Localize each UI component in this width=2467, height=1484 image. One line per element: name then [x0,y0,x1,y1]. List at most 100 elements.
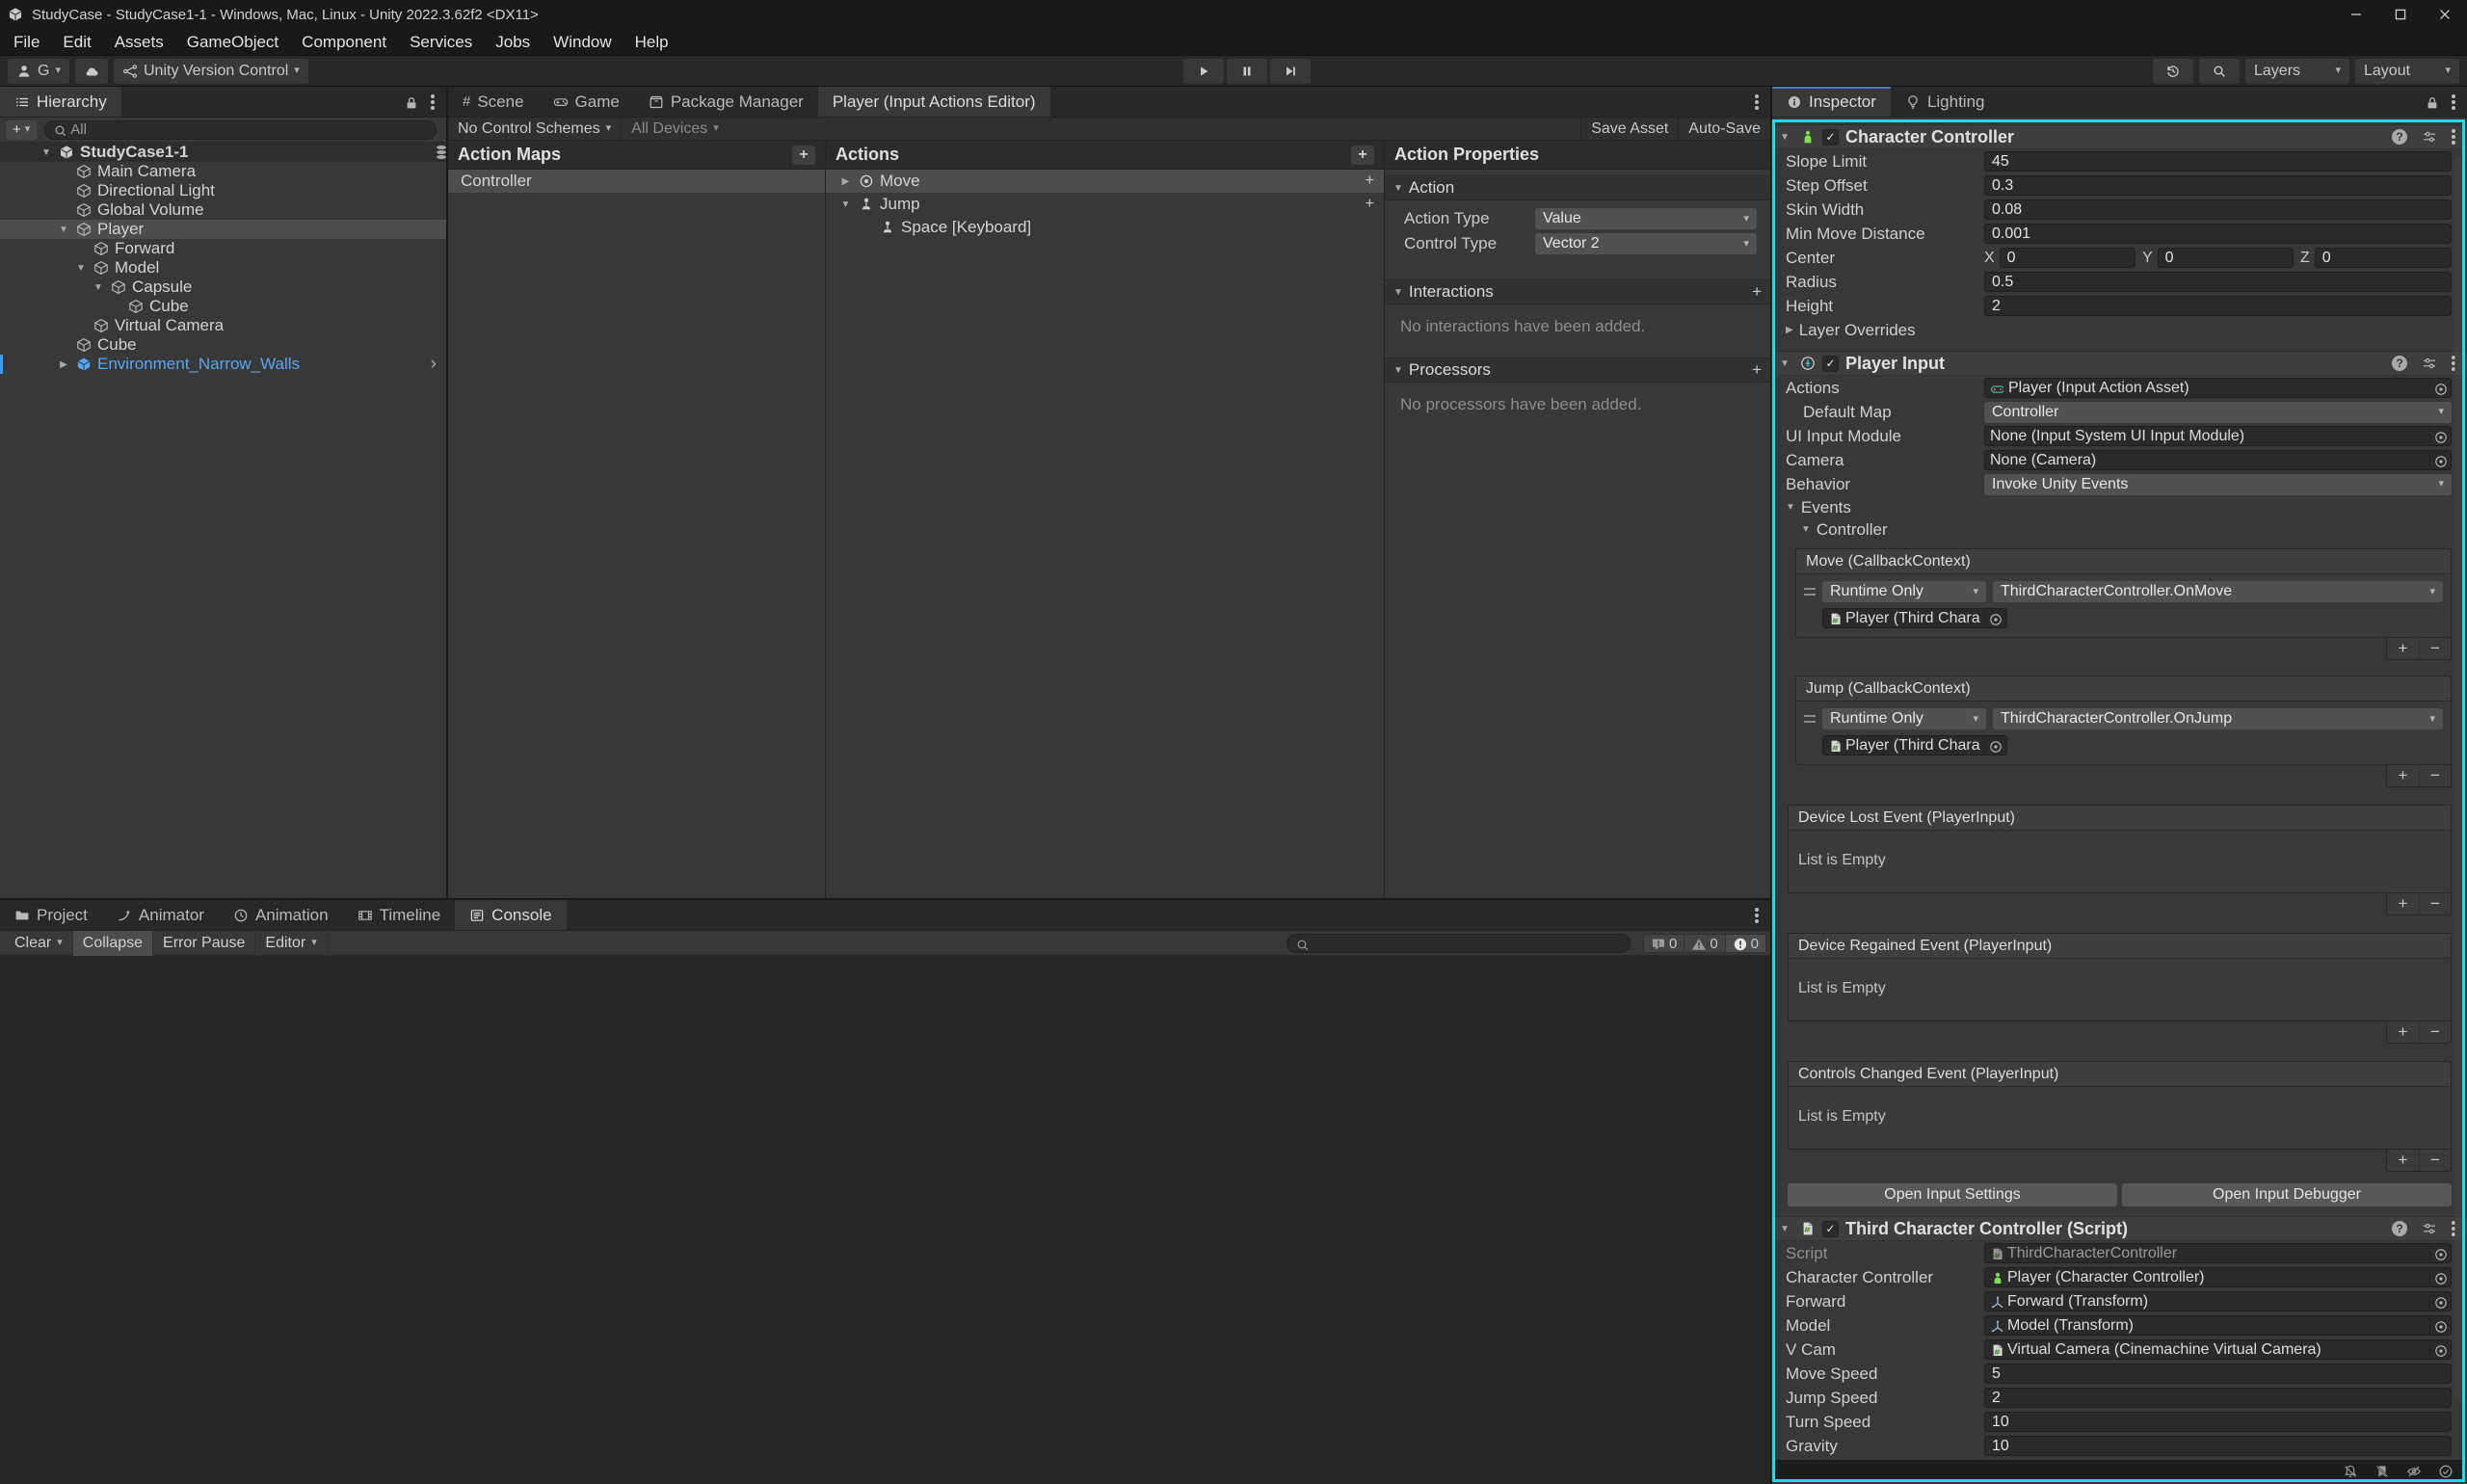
tree-item-virtual-camera[interactable]: Virtual Camera [0,316,446,335]
layer-overrides-row[interactable]: ▶Layer Overrides [1772,318,2467,342]
object-picker-icon[interactable] [2429,1316,2449,1335]
foldout-closed-icon[interactable]: ▶ [56,359,71,370]
radius-field[interactable]: 0.5 [1984,272,2452,292]
component-enabled-checkbox[interactable]: ✓ [1822,1221,1839,1237]
inspector-scrollbar[interactable] [2454,156,2461,1399]
event-target-field[interactable]: Player (Third Chara [1822,735,2007,755]
menu-file[interactable]: File [2,29,51,55]
foldout-open-icon[interactable]: ▼ [39,147,54,158]
third-character-controller-header[interactable]: ▼ ✓ Third Character Controller (Script) … [1772,1216,2467,1241]
turn-speed-field[interactable]: 10 [1984,1412,2452,1432]
controller-events-foldout[interactable]: ▼Controller [1772,518,2467,541]
object-picker-icon[interactable] [1985,609,2004,627]
action-section-bar[interactable]: ▼ Action [1385,175,1770,200]
kebab-menu-icon[interactable] [1755,100,1759,104]
component-enabled-checkbox[interactable]: ✓ [1822,129,1839,146]
tree-item-global-volume[interactable]: Global Volume [0,200,446,220]
height-field[interactable]: 2 [1984,296,2452,316]
control-type-dropdown[interactable]: Vector 2 ▾ [1535,233,1757,254]
search-button[interactable] [2199,59,2240,84]
forward-field[interactable]: Forward (Transform) [1984,1291,2452,1312]
event-mode-dropdown[interactable]: Runtime Only ▾ [1822,708,1986,729]
prefab-open-chevron-icon[interactable]: › [431,354,446,375]
help-icon[interactable]: ? [2392,1221,2407,1236]
kebab-menu-icon[interactable] [431,100,435,104]
kebab-menu-icon[interactable] [1755,914,1759,917]
add-event-button[interactable]: + [2387,1150,2419,1171]
editor-dropdown[interactable]: Editor ▾ [255,931,327,956]
foldout-closed-icon[interactable]: ▶ [1786,325,1793,335]
step-offset-field[interactable]: 0.3 [1984,175,2452,196]
menu-services[interactable]: Services [398,29,484,55]
maximize-button[interactable] [2378,0,2423,29]
version-control-dropdown[interactable]: Unity Version Control ▾ [114,59,308,84]
undo-history-button[interactable] [2153,59,2193,84]
layout-dropdown[interactable]: Layout ▾ [2355,59,2459,84]
foldout-open-icon[interactable]: ▼ [838,199,853,210]
open-input-settings-button[interactable]: Open Input Settings [1788,1183,2117,1206]
event-target-field[interactable]: Player (Third Chara [1822,608,2007,628]
lock-icon[interactable] [404,95,417,109]
camera-field[interactable]: None (Camera) [1984,450,2452,470]
tree-item-player[interactable]: ▼ Player [0,220,446,239]
foldout-open-icon[interactable]: ▼ [56,225,71,235]
events-foldout[interactable]: ▼Events [1772,496,2467,518]
center-y-field[interactable]: 0 [2158,248,2294,268]
skin-width-field[interactable]: 0.08 [1984,199,2452,220]
object-picker-icon[interactable] [2429,427,2449,445]
minimize-button[interactable] [2334,0,2378,29]
presets-icon[interactable] [2422,1221,2437,1236]
foldout-open-icon[interactable]: ▼ [91,282,106,293]
tab-inspector[interactable]: Inspector [1772,87,1891,117]
foldout-open-icon[interactable]: ▼ [1780,132,1793,143]
actions-object-field[interactable]: Player (Input Action Asset) [1984,378,2452,398]
tree-item-cube[interactable]: Cube [0,335,446,355]
foldout-open-icon[interactable]: ▼ [1786,502,1795,513]
add-event-button[interactable]: + [2387,893,2419,914]
auto-save-toggle[interactable]: Auto-Save [1679,118,1770,140]
console-search-input[interactable] [1287,934,1631,953]
presets-icon[interactable] [2422,129,2437,145]
flags-muted-icon[interactable] [2374,1464,2390,1479]
event-mode-dropdown[interactable]: Runtime Only ▾ [1822,581,1986,602]
event-handler-dropdown[interactable]: ThirdCharacterController.OnMove ▾ [1993,581,2443,602]
min-move-distance-field[interactable]: 0.001 [1984,224,2452,244]
tab-hierarchy[interactable]: Hierarchy [0,87,121,117]
player-input-header[interactable]: ▼ ✓ Player Input ? [1772,351,2467,376]
help-icon[interactable]: ? [2392,356,2407,371]
add-event-button[interactable]: + [2387,1021,2419,1043]
clear-button[interactable]: Clear ▾ [5,931,73,956]
tree-item-main-camera[interactable]: Main Camera [0,162,446,181]
menu-assets[interactable]: Assets [103,29,175,55]
save-asset-button[interactable]: Save Asset [1580,118,1679,140]
tab-lighting[interactable]: Lighting [1891,87,2000,117]
foldout-open-icon[interactable]: ▼ [1801,524,1811,535]
object-picker-icon[interactable] [2429,379,2449,397]
menu-window[interactable]: Window [542,29,623,55]
action-item-move[interactable]: ▶ Move + [826,170,1384,193]
center-z-field[interactable]: 0 [2315,248,2452,268]
tab-animator[interactable]: Animator [102,900,219,930]
remove-event-button[interactable]: − [2419,765,2451,786]
move-speed-field[interactable]: 5 [1984,1364,2452,1384]
tab-project[interactable]: Project [0,900,102,930]
slope-limit-field[interactable]: 45 [1984,151,2452,172]
layers-dropdown[interactable]: Layers ▾ [2245,59,2349,84]
drag-handle-icon[interactable] [1804,588,1816,596]
ui-input-module-field[interactable]: None (Input System UI Input Module) [1984,426,2452,446]
close-button[interactable] [2423,0,2467,29]
remove-event-button[interactable]: − [2419,1021,2451,1043]
tab-package-manager[interactable]: Package Manager [634,87,818,117]
notifications-muted-icon[interactable] [2343,1464,2358,1479]
console-log-area[interactable] [0,956,1770,1484]
tab-scene[interactable]: # Scene [448,87,539,117]
add-action-map-button[interactable]: + [792,146,815,165]
character-controller-header[interactable]: ▼ ✓ Character Controller ? [1772,124,2467,149]
action-item-jump[interactable]: ▼ Jump + [826,193,1384,216]
event-handler-dropdown[interactable]: ThirdCharacterController.OnJump ▾ [1993,708,2443,729]
object-picker-icon[interactable] [2429,1244,2449,1262]
processors-section-bar[interactable]: ▼ Processors + [1385,358,1770,383]
collapse-toggle[interactable]: Collapse [73,931,153,956]
add-binding-icon[interactable]: + [1366,196,1384,213]
menu-gameobject[interactable]: GameObject [175,29,290,55]
